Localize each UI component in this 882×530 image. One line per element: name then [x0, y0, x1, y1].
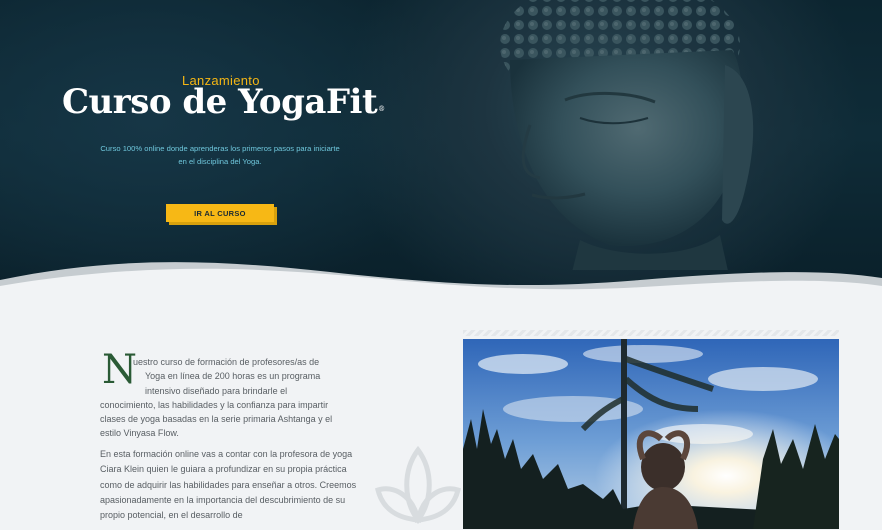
intro-line: Yoga en línea de 200 horas es un program… — [145, 371, 321, 382]
buddha-statue-image — [500, 0, 754, 270]
cta-wrapper: IR AL CURSO — [166, 204, 277, 225]
intro-line: conocimiento, las habilidades y la confi… — [100, 399, 329, 410]
intro-line: intensivo diseñado para brindarle el — [145, 385, 288, 396]
lotus-outline-icon — [375, 445, 461, 525]
hero-title-text: Curso de YogaFit — [62, 82, 378, 122]
teacher-paragraph: En esta formación online vas a contar co… — [100, 449, 357, 521]
intro-paragraph: uestro curso de formación de profesores/… — [100, 355, 370, 441]
trademark-symbol: ® — [378, 105, 385, 113]
yoga-meditation-forest-photo — [463, 339, 839, 529]
hero-subtitle: Curso 100% online donde aprenderas los p… — [100, 144, 340, 166]
ir-al-curso-button[interactable]: IR AL CURSO — [166, 204, 274, 222]
intro-line: uestro curso de formación de profesores/… — [133, 357, 320, 367]
hero-section: Lanzamiento Curso de YogaFit® Curso 100%… — [0, 0, 882, 300]
hero-wave-divider — [0, 262, 882, 300]
intro-line: clases de yoga basadas en la serie prima… — [100, 414, 333, 425]
yoga-photo — [463, 339, 839, 529]
intro-line: estilo Vinyasa Flow. — [100, 428, 179, 439]
hero-title: Curso de YogaFit® — [62, 82, 385, 122]
photo-decor-stripe — [463, 330, 839, 336]
